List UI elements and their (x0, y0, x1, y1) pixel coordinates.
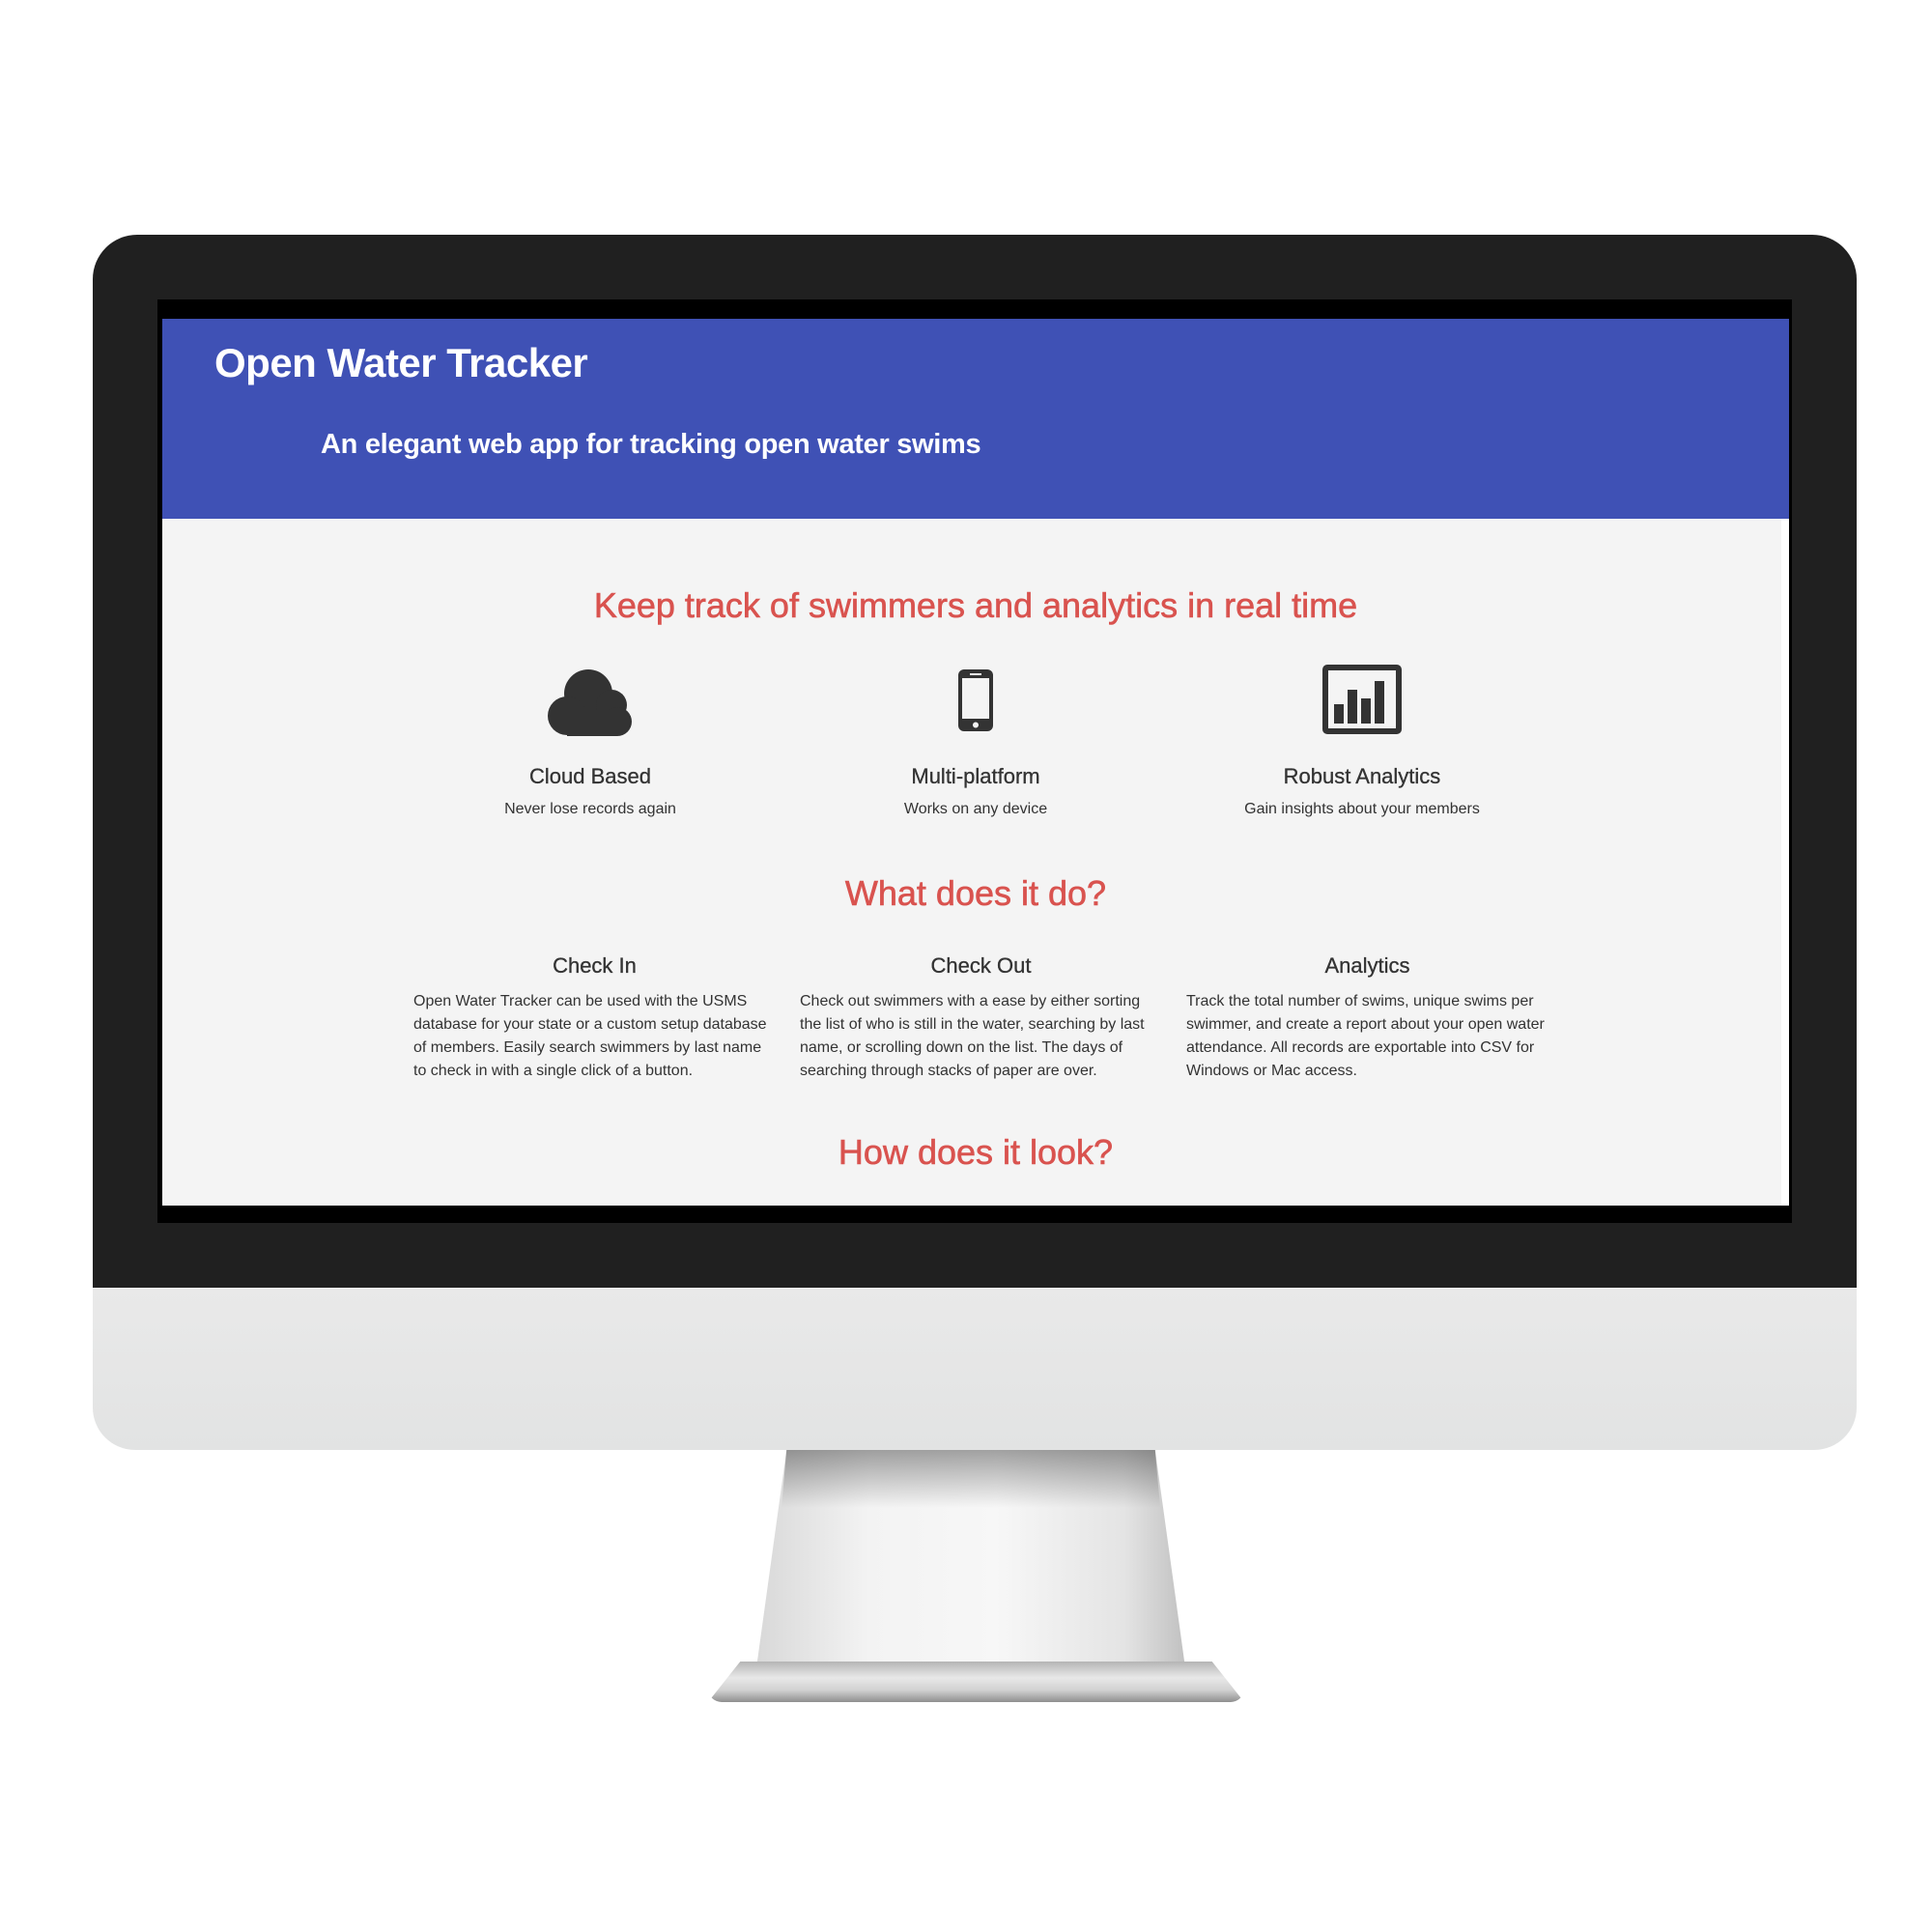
look-heading: How does it look? (838, 1132, 1114, 1173)
feature-robust-analytics: Robust Analytics Gain insights about you… (1169, 662, 1555, 818)
feature-multi-platform: Multi-platform Works on any device (782, 662, 1169, 818)
feature-cloud-based: Cloud Based Never lose records again (397, 662, 783, 818)
column-text: Track the total number of swims, unique … (1186, 993, 1545, 1079)
bar-chart-icon (1322, 665, 1402, 734)
hero-heading: Keep track of swimmers and analytics in … (593, 585, 1358, 626)
column-text: Check out swimmers with a ease by either… (800, 993, 1145, 1079)
feature-title: Cloud Based (529, 764, 651, 788)
column-text: Open Water Tracker can be used with the … (413, 993, 767, 1079)
web-page: Open Water Tracker An elegant web app fo… (162, 319, 1789, 1206)
scrollbar-track[interactable] (1781, 519, 1789, 1206)
app-tagline: An elegant web app for tracking open wat… (321, 429, 981, 460)
monitor-mockup: Open Water Tracker An elegant web app fo… (0, 0, 1932, 1932)
phone-icon (958, 669, 993, 731)
column-check-in: Check In Open Water Tracker can be used … (413, 953, 776, 1083)
what-heading: What does it do? (844, 873, 1107, 914)
column-analytics: Analytics Track the total number of swim… (1186, 953, 1548, 1083)
feature-description: Gain insights about your members (1244, 801, 1480, 817)
feature-description: Never lose records again (504, 801, 676, 817)
column-title: Analytics (1324, 953, 1410, 978)
cloud-icon (548, 669, 632, 736)
feature-title: Multi-platform (911, 764, 1040, 788)
column-check-out: Check Out Check out swimmers with a ease… (800, 953, 1162, 1083)
monitor-stand-base (708, 1662, 1244, 1702)
feature-description: Works on any device (903, 801, 1048, 817)
column-title: Check In (553, 953, 637, 978)
monitor-stand-shadow (781, 1450, 1161, 1508)
column-title: Check Out (930, 953, 1032, 978)
app-title[interactable]: Open Water Tracker (214, 340, 588, 386)
feature-title: Robust Analytics (1283, 764, 1441, 788)
site-header: Open Water Tracker An elegant web app fo… (162, 319, 1789, 519)
monitor-chin (93, 1288, 1857, 1450)
